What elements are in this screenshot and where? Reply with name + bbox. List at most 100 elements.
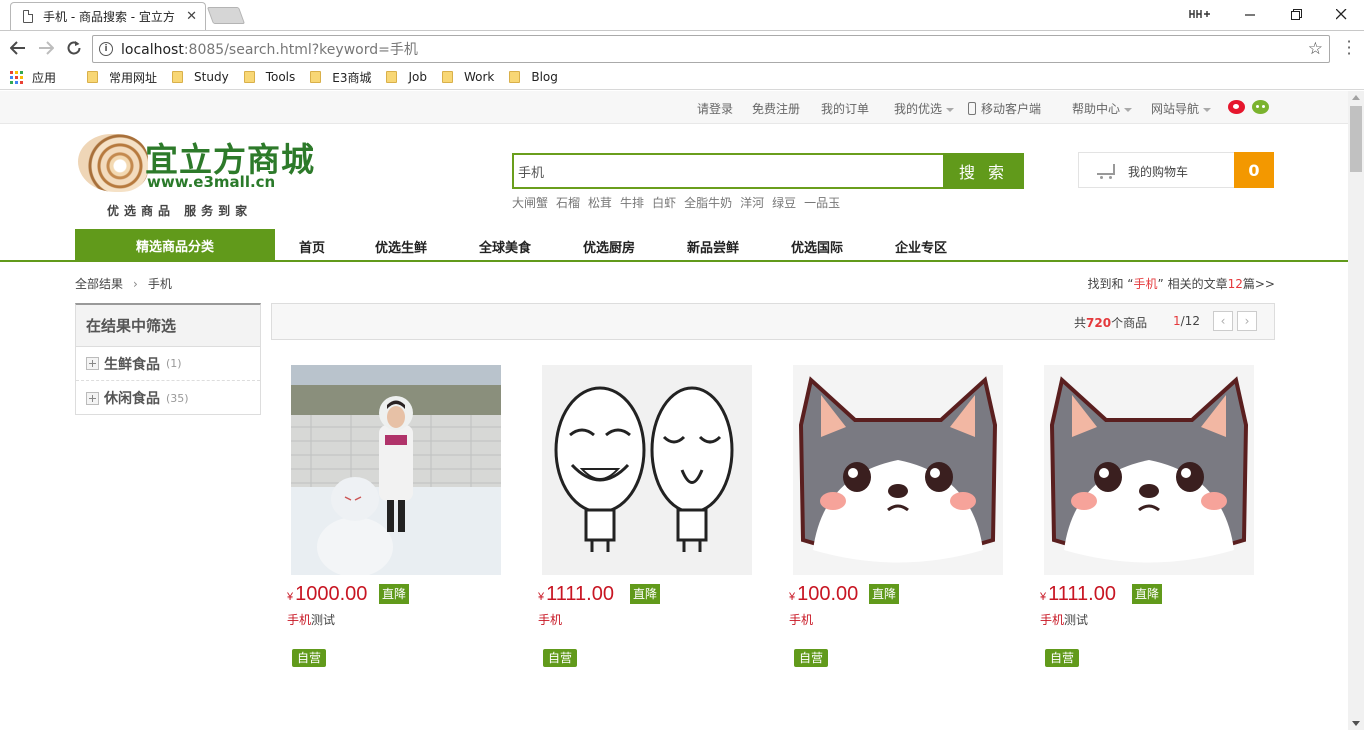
scroll-down-icon[interactable] [1352, 721, 1360, 726]
mobile-client-link[interactable]: 移动客户端 [968, 100, 1041, 117]
currency-symbol: ¥ [1040, 591, 1047, 603]
bookmark-folder[interactable]: Job [386, 70, 427, 84]
hot-keyword[interactable]: 洋河 [740, 194, 764, 211]
scrollbar-thumb[interactable] [1350, 106, 1362, 172]
nav-item-fresh[interactable]: 优选生鲜 [375, 237, 427, 256]
restore-icon[interactable] [1278, 0, 1314, 28]
breadcrumb-current: 手机 [147, 277, 172, 291]
filter-item[interactable]: 休闲食品 (35) [76, 381, 260, 415]
close-window-icon[interactable] [1323, 0, 1359, 28]
bookmark-apps[interactable]: 应用 [10, 69, 56, 86]
search-input[interactable] [512, 153, 944, 189]
filter-item[interactable]: 生鲜食品 (1) [76, 347, 260, 381]
nav-item-kitchen[interactable]: 优选厨房 [583, 237, 635, 256]
bookmark-folder[interactable]: Blog [509, 70, 558, 84]
my-select-menu[interactable]: 我的优选 [894, 100, 955, 117]
page-current: 1 [1173, 314, 1181, 328]
apps-grid-icon [10, 70, 23, 84]
my-orders-link[interactable]: 我的订单 [821, 100, 869, 117]
hot-keyword[interactable]: 绿豆 [772, 194, 796, 211]
help-center-menu[interactable]: 帮助中心 [1072, 100, 1133, 117]
hot-keywords: 大闸蟹 石榴 松茸 牛排 白虾 全脂牛奶 洋河 绿豆 一品玉 [512, 194, 848, 211]
breadcrumb-root[interactable]: 全部结果 [75, 277, 123, 291]
tab-title: 手机 - 商品搜索 - 宜立方 [43, 10, 175, 24]
back-arrow-icon[interactable] [6, 37, 30, 59]
nav-item-global-food[interactable]: 全球美食 [479, 237, 531, 256]
expand-plus-icon[interactable] [86, 357, 99, 370]
nav-item-enterprise[interactable]: 企业专区 [895, 237, 947, 256]
hot-keyword[interactable]: 松茸 [588, 194, 612, 211]
product-card[interactable]: ¥1111.00 直降 手机 自营 [522, 365, 752, 675]
browser-tabstrip: 手机 - 商品搜索 - 宜立方 ✕ [0, 0, 1364, 30]
price-value: 100.00 [797, 583, 859, 605]
site-nav-menu[interactable]: 网站导航 [1151, 100, 1212, 117]
register-link[interactable]: 免费注册 [752, 100, 800, 117]
filter-item-label: 生鲜食品 [104, 356, 160, 373]
bookmark-star-icon[interactable]: ☆ [1308, 39, 1323, 59]
new-tab-button[interactable] [206, 7, 246, 24]
bookmark-label: Work [463, 70, 495, 84]
login-link[interactable]: 请登录 [697, 100, 733, 117]
nav-item-new[interactable]: 新品尝鲜 [687, 237, 739, 256]
product-name[interactable]: 手机测试 [1040, 611, 1088, 628]
next-page-button[interactable]: › [1237, 311, 1257, 331]
product-name[interactable]: 手机 [538, 611, 562, 628]
nav-item-international[interactable]: 优选国际 [791, 237, 843, 256]
bookmark-folder[interactable]: Study [172, 70, 229, 84]
filter-item-label: 休闲食品 [104, 391, 160, 407]
minimize-icon[interactable] [1232, 0, 1268, 28]
site-logo[interactable]: 宜立方商城 www.e3mall.cn 优选商品 服务到家 [75, 131, 314, 221]
search-box: 搜 索 [512, 153, 1024, 189]
page-scrollbar[interactable] [1348, 91, 1364, 730]
weibo-icon[interactable] [1228, 100, 1245, 114]
bookmark-folder[interactable]: Work [441, 70, 495, 84]
forward-arrow-icon[interactable] [34, 37, 58, 59]
related-prefix: 找到和 “ [1087, 277, 1134, 291]
product-card[interactable]: ¥1000.00 直降 手机测试 自营 [271, 365, 501, 675]
reload-icon[interactable] [62, 37, 86, 59]
scroll-up-icon[interactable] [1352, 95, 1360, 100]
search-button[interactable]: 搜 索 [943, 153, 1024, 189]
browser-menu-icon[interactable]: · · · [1344, 34, 1354, 62]
page-icon [23, 10, 33, 23]
bookmark-folder[interactable]: Tools [243, 70, 295, 84]
hot-keyword[interactable]: 白虾 [652, 194, 676, 211]
shopping-cart-button[interactable]: 我的购物车 0 [1078, 152, 1274, 188]
prev-page-button[interactable]: ‹ [1213, 311, 1233, 331]
self-operated-badge: 自营 [292, 649, 327, 667]
product-image[interactable] [291, 365, 501, 575]
bookmark-folder[interactable]: 常用网址 [87, 69, 157, 86]
hot-keyword[interactable]: 石榴 [556, 194, 580, 211]
url-text[interactable]: localhost:8085/search.html?keyword=手机 [121, 39, 1308, 59]
product-name[interactable]: 手机 [789, 611, 813, 628]
all-categories-button[interactable]: 精选商品分类 [75, 229, 275, 262]
chevron-down-icon [946, 107, 955, 112]
browser-tab[interactable]: 手机 - 商品搜索 - 宜立方 ✕ [10, 2, 206, 30]
tab-close-icon[interactable]: ✕ [186, 9, 197, 24]
related-articles-link[interactable]: 找到和 “手机” 相关的文章12篇>> [1087, 275, 1275, 292]
hot-keyword[interactable]: 一品玉 [804, 194, 840, 211]
url-host: localhost [121, 42, 184, 58]
profile-icon[interactable] [1180, 0, 1220, 28]
wechat-icon[interactable] [1252, 100, 1269, 114]
hot-keyword[interactable]: 大闸蟹 [512, 194, 548, 211]
product-name[interactable]: 手机测试 [287, 611, 335, 628]
product-card[interactable]: ¥1111.00 直降 手机测试 自营 [1024, 365, 1254, 675]
product-card[interactable]: ¥100.00 直降 手机 自营 [773, 365, 1003, 675]
folder-icon [243, 71, 255, 83]
product-image[interactable] [542, 365, 752, 575]
nav-item-home[interactable]: 首页 [299, 237, 325, 256]
folder-icon [441, 71, 453, 83]
bookmark-folder[interactable]: E3商城 [310, 69, 371, 86]
help-label: 帮助中心 [1072, 102, 1121, 116]
top-links-bar: 请登录 免费注册 我的订单 我的优选 移动客户端 帮助中心 网站导航 [0, 91, 1348, 124]
my-select-label: 我的优选 [894, 102, 943, 116]
address-bar[interactable]: i localhost:8085/search.html?keyword=手机 … [92, 35, 1330, 63]
product-image[interactable] [1044, 365, 1254, 575]
cart-count-badge: 0 [1234, 152, 1274, 188]
info-icon[interactable]: i [99, 42, 113, 56]
expand-plus-icon[interactable] [86, 391, 99, 405]
hot-keyword[interactable]: 全脂牛奶 [684, 194, 732, 211]
product-image[interactable] [793, 365, 1003, 575]
hot-keyword[interactable]: 牛排 [620, 194, 644, 211]
